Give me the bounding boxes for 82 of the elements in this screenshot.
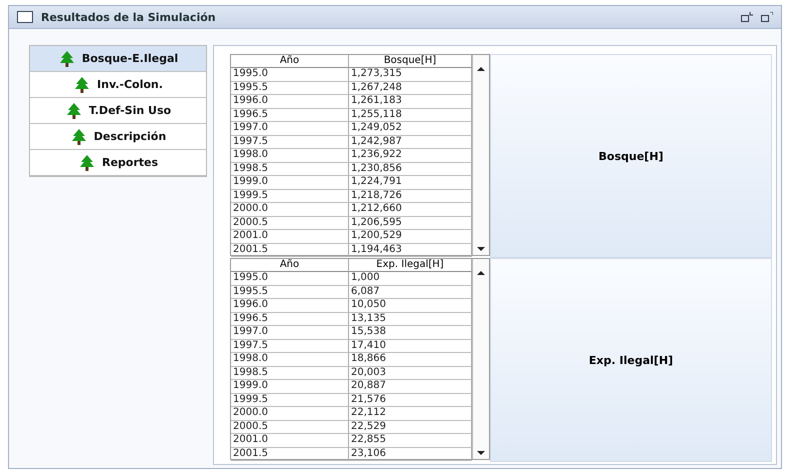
table-cell: 1,212,660 (349, 203, 472, 216)
table-cell: 2000.5 (231, 216, 349, 230)
table-cell: 6,087 (349, 286, 472, 299)
column-header: Año (231, 55, 349, 68)
table-cell: 23,106 (349, 448, 472, 461)
table-cell: 1999.0 (231, 380, 349, 394)
table-cell: 15,538 (349, 326, 472, 340)
up-arrow-icon[interactable] (477, 65, 485, 73)
table-cell: 1995.5 (231, 286, 349, 299)
tab[interactable]: Inv.-Colon. (30, 72, 206, 98)
table-cell: 1999.5 (231, 190, 349, 203)
tab[interactable]: Descripción (30, 124, 206, 150)
table-cell: 1995.0 (231, 272, 349, 286)
tab[interactable]: Bosque-E.Ilegal (30, 46, 206, 72)
table-cell: 1,273,315 (349, 68, 472, 82)
minimize-icon[interactable] (741, 12, 753, 22)
window-title: Resultados de la Simulación (41, 10, 217, 24)
down-arrow-icon[interactable] (477, 449, 485, 457)
table-cell: 1,255,118 (349, 108, 472, 122)
tab[interactable]: T.Def-Sin Uso (30, 98, 206, 124)
table-cell: 1999.0 (231, 176, 349, 190)
table-cell: 21,576 (349, 394, 472, 407)
table-cell: 2001.5 (231, 244, 349, 257)
column-header: Exp. Ilegal[H] (349, 259, 472, 272)
column-header: Bosque[H] (349, 55, 472, 68)
table-cell: 1,236,922 (349, 149, 472, 162)
table-cell: 1,242,987 (349, 136, 472, 149)
table-cell: 18,866 (349, 353, 472, 366)
table-cell: 1,224,791 (349, 176, 472, 190)
table-cell: 1995.0 (231, 68, 349, 82)
table-cell: 1,218,726 (349, 190, 472, 203)
table-cell: 1998.0 (231, 149, 349, 162)
down-arrow-icon[interactable] (477, 245, 485, 253)
table-cell: 20,003 (349, 366, 472, 380)
tree-icon (64, 102, 83, 120)
window-icon (17, 11, 33, 23)
table-cell: 2001.0 (231, 434, 349, 448)
table-cell: 2000.0 (231, 407, 349, 420)
table-cell: 13,135 (349, 312, 472, 326)
tree-icon (58, 50, 76, 68)
table-cell: 1998.5 (231, 366, 349, 380)
table-cell: 1997.5 (231, 136, 349, 149)
chart-label: Bosque[H] (598, 150, 664, 162)
table-cell: 1996.5 (231, 312, 349, 326)
table-cell: 1,000 (349, 272, 472, 286)
table-cell: 22,112 (349, 407, 472, 420)
table-cell: 1,249,052 (349, 122, 472, 136)
table-cell: 1,206,595 (349, 216, 472, 230)
table-cell: 1997.0 (231, 122, 349, 136)
table-cell: 1996.0 (231, 95, 349, 108)
chart-label: Exp. Ilegal[H] (588, 354, 674, 366)
table-cell: 1996.5 (231, 108, 349, 122)
table-cell: 1997.5 (231, 340, 349, 353)
up-arrow-icon[interactable] (477, 269, 485, 277)
table-cell: 2001.0 (231, 230, 349, 244)
table-cell: 1998.5 (231, 162, 349, 176)
table-cell: 1,230,856 (349, 162, 472, 176)
column-header: Año (231, 259, 349, 272)
table-cell: 10,050 (349, 299, 472, 312)
table-cell: 1995.5 (231, 82, 349, 95)
maximize-icon[interactable] (761, 12, 773, 22)
table-cell: 1998.0 (231, 353, 349, 366)
scrollbar[interactable] (472, 259, 489, 459)
table-cell: 1,267,248 (349, 82, 472, 95)
table-cell: 22,529 (349, 420, 472, 434)
scrollbar[interactable] (472, 55, 489, 255)
tree-icon (78, 154, 96, 172)
table-cell: 1999.5 (231, 394, 349, 407)
tree-icon (73, 76, 92, 94)
table-cell: 20,887 (349, 380, 472, 394)
table-cell: 2000.5 (231, 420, 349, 434)
table-cell: 1997.0 (231, 326, 349, 340)
table-cell: 1996.0 (231, 299, 349, 312)
table-cell: 1,261,183 (349, 95, 472, 108)
table-cell: 2000.0 (231, 203, 349, 216)
table-cell: 1,200,529 (349, 230, 472, 244)
table-cell: 2001.5 (231, 448, 349, 461)
tab[interactable]: Reportes (30, 150, 206, 176)
table-cell: 22,855 (349, 434, 472, 448)
table-cell: 1,194,463 (349, 244, 472, 257)
tree-icon (70, 128, 88, 146)
table-cell: 17,410 (349, 340, 472, 353)
